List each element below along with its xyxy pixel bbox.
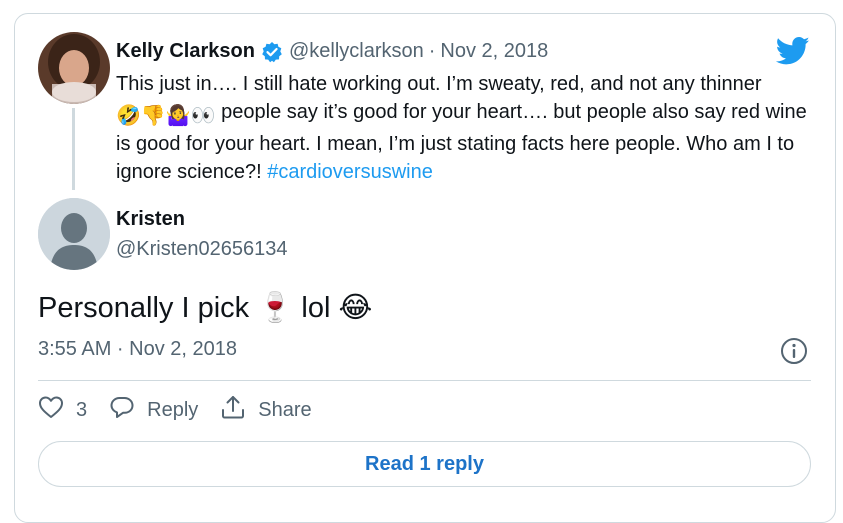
reply-label: Reply [147, 398, 199, 421]
reply-author-handle[interactable]: @Kristen02656134 [116, 238, 288, 261]
reply-button[interactable]: Reply [109, 395, 198, 425]
reply-text-before: Personally I pick [38, 292, 258, 324]
quoted-text-part1: This just in…. I still hate working out.… [116, 73, 762, 95]
action-bar: 3 Reply Share [38, 394, 334, 426]
tweet-date[interactable]: Nov 2, 2018 [440, 40, 548, 63]
hashtag-link[interactable]: #cardioversuswine [267, 161, 433, 183]
quoted-tweet-text: This just in…. I still hate working out.… [116, 70, 816, 186]
reply-author-name[interactable]: Kristen [116, 208, 185, 231]
share-label: Share [258, 398, 312, 421]
share-icon [220, 394, 258, 426]
read-replies-label: Read 1 reply [365, 452, 484, 475]
like-count: 3 [76, 398, 88, 421]
reply-text: Personally I pick 🍷 lol 😂 [38, 290, 372, 325]
default-avatar[interactable] [38, 198, 110, 270]
info-icon[interactable] [780, 337, 808, 365]
laughing-emoji: 😂 [338, 292, 373, 324]
quoted-text-part2: people say it’s good for your heart…. bu… [116, 101, 807, 183]
share-button[interactable]: Share [220, 394, 312, 426]
divider [38, 380, 811, 381]
like-button[interactable]: 3 [38, 395, 87, 425]
header-separator: · [428, 40, 436, 62]
quoted-tweet-header: Kelly Clarkson @kellyclarkson · Nov 2, 2… [116, 40, 548, 63]
reply-text-middle: lol [293, 292, 339, 324]
wine-glass-emoji: 🍷 [257, 292, 294, 324]
emoji-sequence: 🤣👎🤷‍♀️👀 [116, 105, 216, 127]
heart-icon [38, 395, 76, 425]
reply-bubble-icon [109, 395, 147, 425]
avatar[interactable] [38, 32, 110, 104]
read-replies-button[interactable]: Read 1 reply [38, 441, 811, 487]
author-handle[interactable]: @kellyclarkson [289, 40, 424, 63]
author-name[interactable]: Kelly Clarkson [116, 40, 255, 63]
twitter-bird-icon[interactable] [775, 36, 810, 66]
thread-connector-line [72, 108, 75, 190]
verified-badge-icon [261, 41, 283, 63]
reply-timestamp[interactable]: 3:55 AM · Nov 2, 2018 [38, 338, 237, 361]
